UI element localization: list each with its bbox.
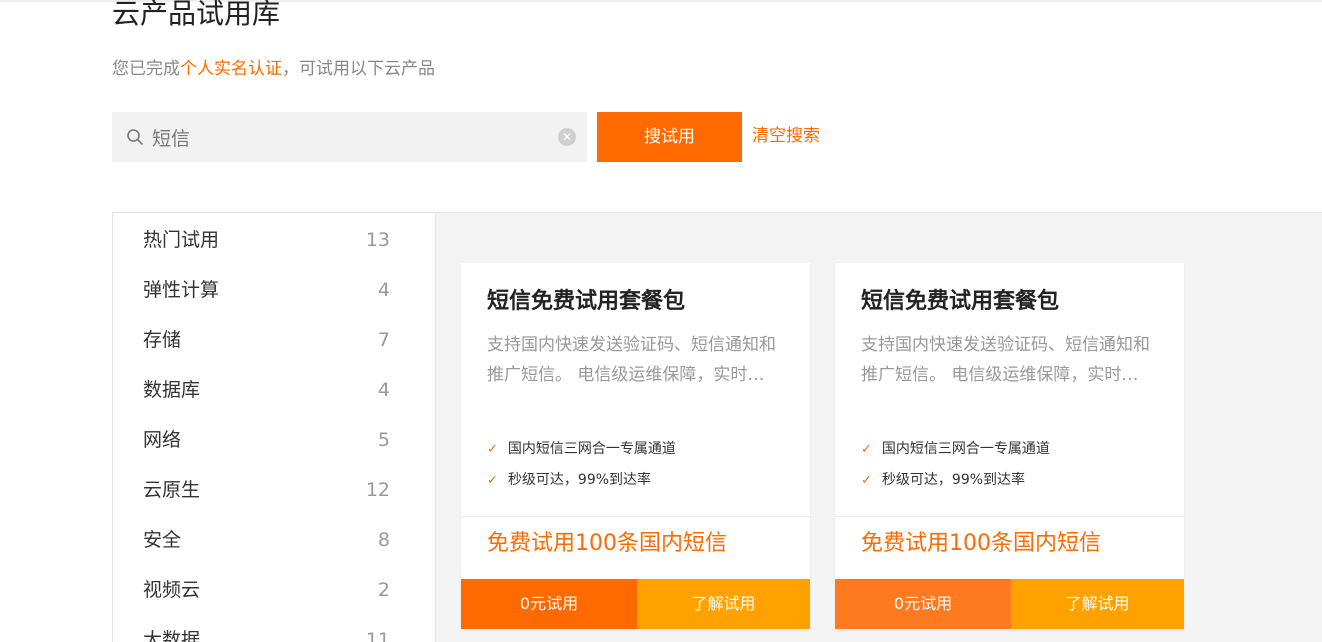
feature-text: 秒级可达，99%到达率 bbox=[507, 472, 652, 488]
product-card: 短信免费试用套餐包 支持国内快速发送验证码、短信通知和推广短信。 电信级运维保障… bbox=[835, 263, 1184, 629]
check-icon: ✓ bbox=[861, 473, 872, 488]
card-price: 免费试用100条国内短信 bbox=[487, 531, 727, 556]
feature-text: 国内短信三网合一专属通道 bbox=[881, 441, 1050, 457]
subtitle-suffix: ，可试用以下云产品 bbox=[282, 59, 435, 79]
search-icon bbox=[127, 129, 143, 145]
sidebar-item-compute[interactable]: 弹性计算 4 bbox=[113, 265, 435, 315]
card-feature: ✓ 国内短信三网合一专属通道 bbox=[861, 439, 1050, 460]
clear-input-icon[interactable]: ✕ bbox=[558, 128, 576, 146]
sidebar-item-count: 8 bbox=[377, 529, 390, 551]
category-sidebar: 热门试用 13 弹性计算 4 存储 7 数据库 4 网络 5 云原生 12 安全… bbox=[112, 212, 436, 642]
sidebar-item-count: 5 bbox=[377, 429, 390, 451]
search-input[interactable] bbox=[152, 112, 552, 162]
sidebar-item-label: 视频云 bbox=[143, 579, 201, 601]
sidebar-item-count: 4 bbox=[377, 279, 390, 301]
sidebar-item-count: 2 bbox=[377, 579, 390, 601]
sidebar-item-network[interactable]: 网络 5 bbox=[113, 415, 435, 465]
sidebar-item-video-cloud[interactable]: 视频云 2 bbox=[113, 565, 435, 615]
card-price: 免费试用100条国内短信 bbox=[861, 531, 1101, 556]
page-subtitle: 您已完成个人实名认证，可试用以下云产品 bbox=[112, 57, 435, 81]
card-title[interactable]: 短信免费试用套餐包 bbox=[487, 287, 685, 317]
sidebar-item-label: 数据库 bbox=[143, 379, 201, 401]
feature-text: 秒级可达，99%到达率 bbox=[881, 472, 1026, 488]
card-title[interactable]: 短信免费试用套餐包 bbox=[861, 287, 1059, 317]
sidebar-item-count: 7 bbox=[377, 329, 390, 351]
sidebar-item-database[interactable]: 数据库 4 bbox=[113, 365, 435, 415]
card-divider bbox=[461, 516, 810, 517]
card-feature: ✓ 秒级可达，99%到达率 bbox=[861, 470, 1025, 491]
sidebar-item-label: 存储 bbox=[143, 329, 182, 351]
sidebar-item-security[interactable]: 安全 8 bbox=[113, 515, 435, 565]
free-trial-button[interactable]: 0元试用 bbox=[461, 579, 637, 629]
product-card: 短信免费试用套餐包 支持国内快速发送验证码、短信通知和推广短信。 电信级运维保障… bbox=[461, 263, 810, 629]
check-icon: ✓ bbox=[487, 473, 498, 488]
card-description: 支持国内快速发送验证码、短信通知和推广短信。 电信级运维保障，实时… bbox=[487, 335, 776, 385]
sidebar-item-cloud-native[interactable]: 云原生 12 bbox=[113, 465, 435, 515]
sidebar-item-storage[interactable]: 存储 7 bbox=[113, 315, 435, 365]
sidebar-item-count: 4 bbox=[377, 379, 390, 401]
real-name-verification-link[interactable]: 个人实名认证 bbox=[180, 59, 282, 79]
sidebar-item-label: 安全 bbox=[143, 529, 182, 551]
sidebar-item-big-data[interactable]: 大数据 11 bbox=[113, 615, 435, 642]
free-trial-button[interactable]: 0元试用 bbox=[835, 579, 1011, 629]
check-icon: ✓ bbox=[487, 442, 498, 457]
sidebar-item-hot[interactable]: 热门试用 13 bbox=[113, 215, 435, 265]
learn-trial-button[interactable]: 了解试用 bbox=[1011, 579, 1184, 629]
sidebar-item-count: 12 bbox=[365, 479, 390, 501]
sidebar-item-label: 网络 bbox=[143, 429, 182, 451]
subtitle-prefix: 您已完成 bbox=[112, 59, 180, 79]
sidebar-item-label: 云原生 bbox=[143, 479, 201, 501]
search-box: ✕ bbox=[112, 112, 587, 162]
card-feature: ✓ 秒级可达，99%到达率 bbox=[487, 470, 651, 491]
sidebar-item-count: 13 bbox=[365, 229, 390, 251]
sidebar-item-label: 大数据 bbox=[143, 629, 201, 642]
sidebar-item-count: 11 bbox=[365, 629, 390, 642]
card-feature: ✓ 国内短信三网合一专属通道 bbox=[487, 439, 676, 460]
check-icon: ✓ bbox=[861, 442, 872, 457]
card-description: 支持国内快速发送验证码、短信通知和推广短信。 电信级运维保障，实时… bbox=[861, 335, 1150, 385]
feature-text: 国内短信三网合一专属通道 bbox=[507, 441, 676, 457]
learn-trial-button[interactable]: 了解试用 bbox=[637, 579, 810, 629]
clear-search-link[interactable]: 清空搜索 bbox=[752, 123, 820, 149]
card-divider bbox=[835, 516, 1184, 517]
search-button[interactable]: 搜试用 bbox=[597, 112, 742, 162]
page: 云产品试用库 您已完成个人实名认证，可试用以下云产品 ✕ 搜试用 清空搜索 热门… bbox=[0, 0, 1322, 642]
sidebar-item-label: 热门试用 bbox=[143, 229, 220, 251]
sidebar-item-label: 弹性计算 bbox=[143, 279, 220, 301]
page-title: 云产品试用库 bbox=[112, 0, 281, 30]
